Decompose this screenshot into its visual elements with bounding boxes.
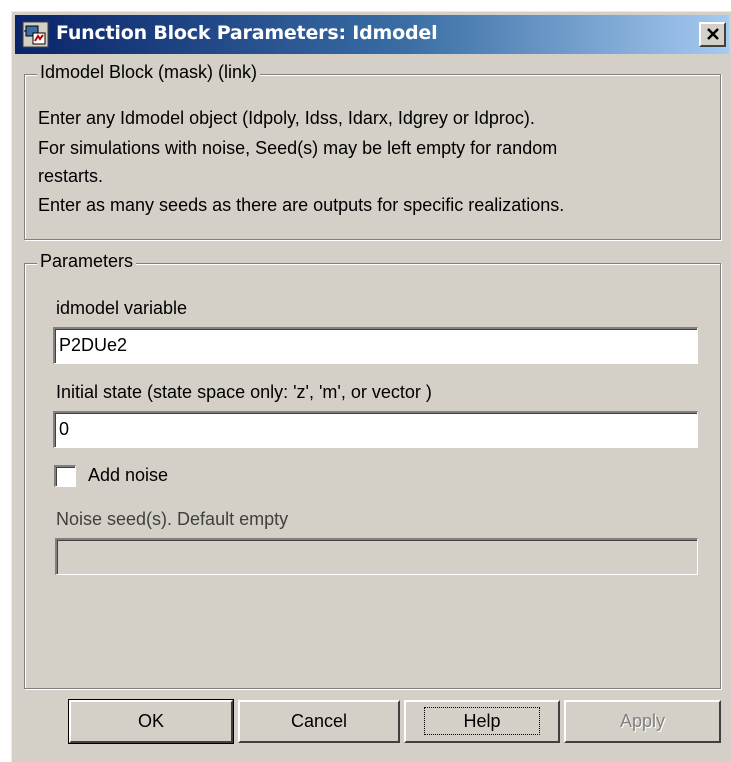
cancel-button-label: Cancel: [290, 711, 348, 731]
dialog-window: Function Block Parameters: Idmodel Idmod…: [11, 11, 731, 762]
noise-seeds-label: Noise seed(s). Default empty: [56, 509, 289, 529]
help-button-label: Help: [424, 707, 540, 735]
apply-button[interactable]: Apply: [564, 700, 721, 743]
initial-state-label: Initial state (state space only: 'z', 'm…: [56, 382, 432, 402]
noise-seeds-input[interactable]: [55, 538, 698, 575]
description-line-4: Enter as many seeds as there are outputs…: [38, 195, 565, 215]
simulink-block-icon: [22, 21, 49, 48]
close-button[interactable]: [699, 22, 726, 47]
ok-button-label: OK: [137, 711, 164, 731]
description-line-2: For simulations with noise, Seed(s) may …: [38, 138, 558, 158]
title-bar[interactable]: Function Block Parameters: Idmodel: [15, 15, 729, 54]
description-group-legend: Idmodel Block (mask) (link): [37, 62, 261, 83]
description-line-3: restarts.: [38, 166, 104, 186]
add-noise-label[interactable]: Add noise: [88, 465, 168, 486]
close-icon: [707, 28, 719, 40]
idmodel-variable-label: idmodel variable: [56, 298, 188, 318]
ok-button[interactable]: OK: [68, 699, 234, 744]
add-noise-checkbox[interactable]: [54, 465, 76, 487]
initial-state-input[interactable]: 0: [53, 411, 698, 448]
help-button[interactable]: Help: [404, 700, 560, 743]
cancel-button[interactable]: Cancel: [238, 700, 400, 743]
idmodel-variable-input[interactable]: P2DUe2: [53, 327, 698, 364]
apply-button-label: Apply: [619, 711, 666, 731]
description-line-1: Enter any Idmodel object (Idpoly, Idss, …: [38, 108, 535, 128]
window-title: Function Block Parameters: Idmodel: [56, 22, 438, 44]
parameters-group-legend: Parameters: [37, 251, 137, 272]
